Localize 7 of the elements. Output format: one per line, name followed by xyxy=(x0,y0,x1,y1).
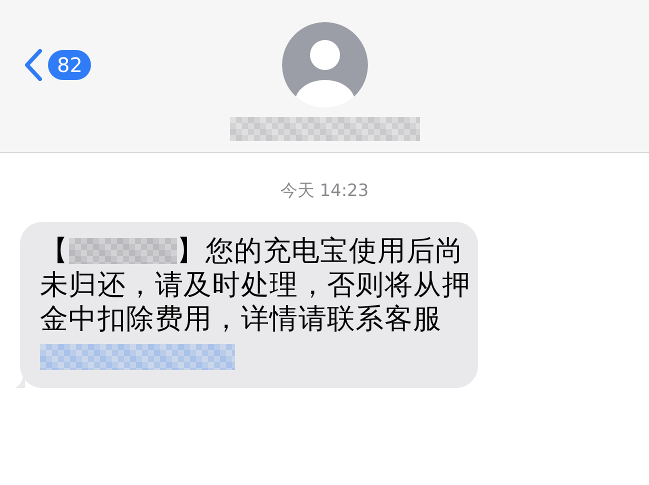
message-text: 未归还，请及时处理，否则将从押金中扣除费用，详情请联系客服 xyxy=(40,268,472,336)
timestamp: 今天 14:23 xyxy=(279,180,370,203)
unread-count-badge[interactable]: 82 xyxy=(48,50,92,80)
back-chevron-icon[interactable] xyxy=(22,48,44,82)
message-text: 【 xyxy=(40,234,69,268)
message-text: 】您的充电宝使用后尚 xyxy=(176,234,464,268)
avatar-icon[interactable] xyxy=(282,22,368,108)
